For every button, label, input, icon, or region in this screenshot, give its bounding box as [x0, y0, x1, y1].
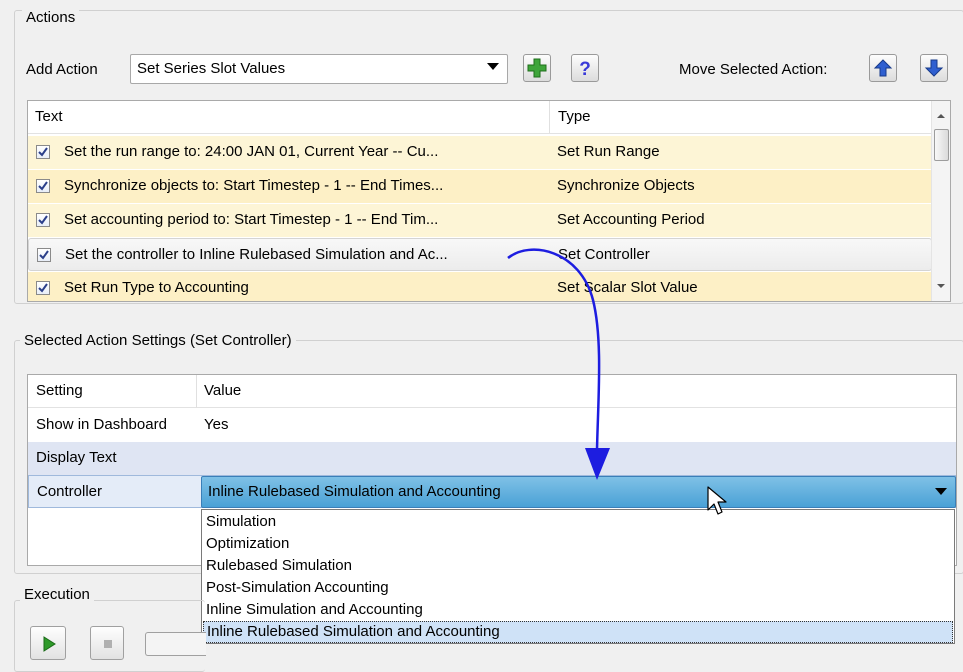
setting-value: Yes — [204, 416, 229, 433]
execution-group-title: Execution — [20, 586, 94, 603]
checkbox-check-icon — [38, 147, 48, 157]
setting-name: Display Text — [36, 449, 117, 466]
table-row[interactable]: Set the run range to: 24:00 JAN 01, Curr… — [28, 136, 932, 169]
move-down-icon — [924, 59, 944, 77]
actions-table: Text Type Set the run range to: 24:00 JA… — [27, 100, 951, 302]
row-checkbox[interactable] — [36, 213, 50, 227]
help-icon: ? — [579, 59, 591, 78]
move-selected-action-label: Move Selected Action: — [679, 61, 828, 78]
controller-options-list[interactable]: Simulation Optimization Rulebased Simula… — [201, 509, 955, 644]
table-row[interactable]: Set Run Type to Accounting Set Scalar Sl… — [28, 272, 932, 301]
add-icon — [527, 58, 547, 78]
scroll-down-icon[interactable] — [932, 279, 950, 293]
checkbox-check-icon — [38, 181, 48, 191]
dropdown-arrow-icon — [487, 63, 499, 70]
add-action-button[interactable] — [523, 54, 551, 82]
column-header-value[interactable]: Value — [204, 382, 241, 399]
option-inline-rulebased-simulation-and-accounting[interactable]: Inline Rulebased Simulation and Accounti… — [203, 621, 953, 643]
setting-name: Show in Dashboard — [36, 416, 167, 433]
dropdown-arrow-icon — [935, 488, 947, 495]
option-post-simulation-accounting[interactable]: Post-Simulation Accounting — [202, 577, 954, 599]
column-header-type[interactable]: Type — [558, 108, 591, 125]
play-icon — [43, 636, 56, 652]
row-type: Set Run Range — [557, 143, 660, 160]
add-action-label: Add Action — [26, 61, 98, 78]
row-checkbox[interactable] — [36, 179, 50, 193]
option-simulation[interactable]: Simulation — [202, 511, 954, 533]
table-row[interactable]: Set accounting period to: Start Timestep… — [28, 204, 932, 237]
row-type: Set Scalar Slot Value — [557, 279, 698, 296]
row-type: Synchronize Objects — [557, 177, 695, 194]
row-type: Set Controller — [558, 246, 650, 263]
row-type: Set Accounting Period — [557, 211, 705, 228]
scroll-up-icon[interactable] — [932, 109, 950, 123]
run-button[interactable] — [30, 626, 66, 660]
checkbox-check-icon — [38, 215, 48, 225]
table-row-selected[interactable]: Set the controller to Inline Rulebased S… — [28, 238, 932, 271]
option-inline-simulation-and-accounting[interactable]: Inline Simulation and Accounting — [202, 599, 954, 621]
move-up-button[interactable] — [869, 54, 897, 82]
column-header-text[interactable]: Text — [35, 108, 63, 125]
checkbox-check-icon — [38, 283, 48, 293]
move-up-icon — [873, 59, 893, 77]
column-header-setting[interactable]: Setting — [36, 382, 83, 399]
checkbox-check-icon — [39, 250, 49, 260]
option-rulebased-simulation[interactable]: Rulebased Simulation — [202, 555, 954, 577]
settings-group-title: Selected Action Settings (Set Controller… — [20, 332, 296, 349]
stop-button[interactable] — [90, 626, 124, 660]
settings-row-display-text[interactable]: Display Text — [28, 442, 956, 475]
setting-name: Controller — [37, 483, 103, 500]
add-action-select[interactable]: Set Series Slot Values — [130, 54, 508, 84]
actions-table-header: Text Type — [28, 101, 932, 134]
svg-text:?: ? — [579, 59, 591, 78]
execution-progress-bar — [145, 632, 206, 656]
mouse-cursor-icon — [707, 486, 727, 515]
row-text: Set Run Type to Accounting — [64, 279, 249, 296]
move-down-button[interactable] — [920, 54, 948, 82]
row-checkbox[interactable] — [37, 248, 51, 262]
row-checkbox[interactable] — [36, 145, 50, 159]
add-action-value: Set Series Slot Values — [137, 60, 286, 77]
settings-row-show-in-dashboard[interactable]: Show in Dashboard Yes — [28, 409, 956, 442]
controller-value: Inline Rulebased Simulation and Accounti… — [208, 483, 501, 500]
table-row[interactable]: Synchronize objects to: Start Timestep -… — [28, 170, 932, 203]
actions-group-title: Actions — [22, 9, 80, 26]
row-text: Set the run range to: 24:00 JAN 01, Curr… — [64, 143, 439, 160]
row-text: Set accounting period to: Start Timestep… — [64, 211, 439, 228]
controller-select[interactable]: Inline Rulebased Simulation and Accounti… — [201, 476, 956, 508]
row-text: Synchronize objects to: Start Timestep -… — [64, 177, 444, 194]
help-button[interactable]: ? — [571, 54, 599, 82]
option-optimization[interactable]: Optimization — [202, 533, 954, 555]
actions-table-scrollbar[interactable] — [931, 101, 950, 301]
settings-header: Setting Value — [28, 375, 956, 408]
stop-icon — [104, 640, 112, 648]
row-checkbox[interactable] — [36, 281, 50, 295]
row-text: Set the controller to Inline Rulebased S… — [65, 246, 448, 263]
scroll-thumb[interactable] — [934, 129, 949, 161]
